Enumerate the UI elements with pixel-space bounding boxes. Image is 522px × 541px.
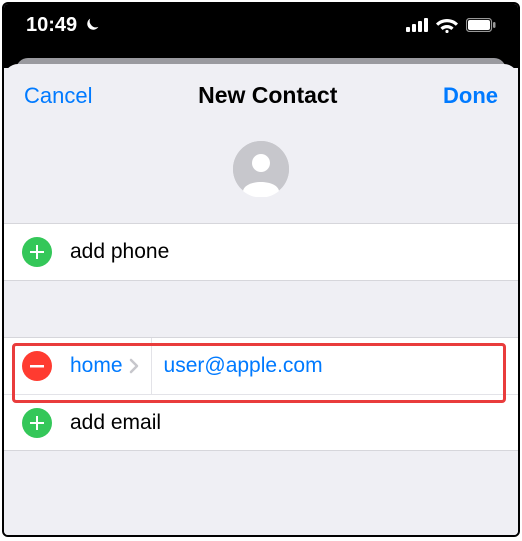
phone-section: add phone (4, 223, 518, 281)
email-entry-row: home user@apple.com (4, 338, 518, 394)
wifi-icon (436, 17, 458, 33)
email-section: home user@apple.com add email (4, 337, 518, 451)
delete-email-button[interactable] (22, 351, 52, 381)
battery-icon (466, 18, 496, 32)
cellular-signal-icon (406, 18, 428, 32)
cancel-button[interactable]: Cancel (24, 83, 92, 109)
add-email-label: add email (70, 411, 161, 435)
status-bar: 10:49 (4, 4, 518, 52)
status-time: 10:49 (26, 14, 77, 37)
chevron-right-icon (129, 358, 139, 374)
done-button[interactable]: Done (443, 83, 498, 109)
plus-icon (22, 237, 52, 267)
add-email-row[interactable]: add email (4, 394, 518, 450)
plus-icon (22, 408, 52, 438)
avatar-placeholder[interactable] (233, 141, 289, 197)
email-field[interactable]: user@apple.com (164, 354, 323, 378)
add-phone-row[interactable]: add phone (4, 224, 518, 280)
add-phone-label: add phone (70, 240, 169, 264)
page-title: New Contact (198, 82, 337, 109)
new-contact-sheet: Cancel New Contact Done add phone (4, 64, 518, 535)
email-type-selector[interactable]: home (70, 354, 123, 378)
nav-bar: Cancel New Contact Done (4, 64, 518, 119)
do-not-disturb-icon (83, 16, 101, 34)
